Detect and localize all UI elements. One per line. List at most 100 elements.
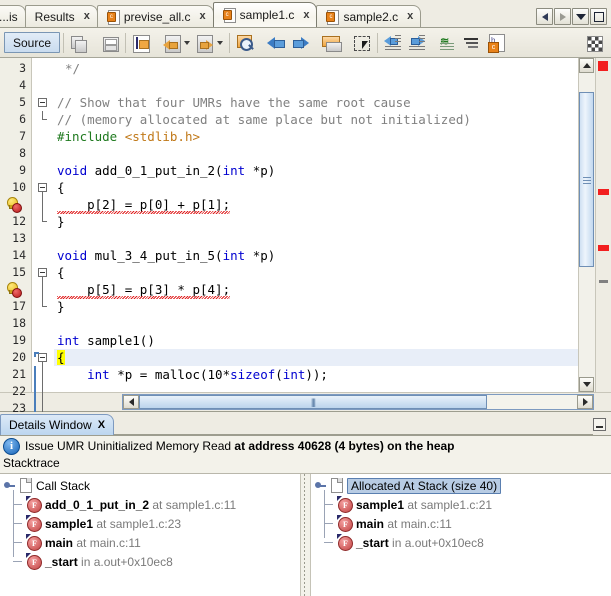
tab-list-dropdown-button[interactable] xyxy=(572,8,589,25)
left-arrow-icon[interactable] xyxy=(265,32,287,54)
allocated-at-stack-pane[interactable]: Allocated At Stack (size 40) Fsample1 at … xyxy=(311,474,611,596)
close-icon[interactable]: X xyxy=(98,419,105,431)
warning-icon[interactable] xyxy=(5,197,22,213)
error-marker[interactable] xyxy=(598,189,609,195)
collapse-icon[interactable] xyxy=(461,32,483,54)
stack-frame-row[interactable]: Fadd_0_1_put_in_2 at sample1.c:11 xyxy=(0,495,300,514)
issue-address: at address 40628 (4 bytes) on the heap xyxy=(234,439,455,453)
issue-overview-ruler[interactable] xyxy=(595,58,611,392)
scroll-right-button[interactable] xyxy=(577,395,593,409)
source-code-text[interactable]: */ // Show that four UMRs have the same … xyxy=(54,58,578,392)
code-line[interactable]: { xyxy=(54,264,578,281)
code-line[interactable] xyxy=(54,230,578,247)
fold-toggle-icon[interactable] xyxy=(38,353,47,362)
line-number: 3 xyxy=(19,61,26,75)
stack-frame-row[interactable]: Fsample1 at sample1.c:23 xyxy=(0,514,300,533)
stack-frame-row[interactable]: Fmain at main.c:11 xyxy=(311,514,611,533)
code-line[interactable]: int *p = malloc(10*sizeof(int)); xyxy=(54,366,578,383)
window-icon[interactable] xyxy=(320,32,343,54)
compile-c-icon[interactable]: h c xyxy=(485,32,507,54)
goto-source-icon[interactable] xyxy=(130,32,152,54)
scroll-down-button[interactable] xyxy=(579,377,594,392)
code-line[interactable]: p[2] = p[0] + p[1]; xyxy=(54,196,578,214)
code-folding-gutter[interactable] xyxy=(32,58,54,417)
code-line[interactable]: p[5] = p[3] * p[4]; xyxy=(54,281,578,299)
fold-toggle-icon[interactable] xyxy=(38,98,47,107)
marquee-select-icon[interactable] xyxy=(351,32,373,54)
error-marker[interactable] xyxy=(598,61,608,71)
scroll-thumb[interactable] xyxy=(579,92,594,267)
forward-arrow-icon[interactable] xyxy=(194,32,216,54)
code-line[interactable] xyxy=(54,383,578,392)
code-line[interactable]: void mul_3_4_put_in_5(int *p) xyxy=(54,247,578,264)
hscroll-track[interactable]: ||| xyxy=(122,394,594,410)
call-stack-pane[interactable]: Call Stack Fadd_0_1_put_in_2 at sample1.c… xyxy=(0,474,300,596)
code-line[interactable]: #include <stdlib.h> xyxy=(54,128,578,145)
tab-sample1-c[interactable]: c sample1.c x xyxy=(212,2,318,27)
stack-frame-row[interactable]: Fsample1 at sample1.c:21 xyxy=(311,495,611,514)
warning-marker[interactable] xyxy=(0,281,31,298)
code-line[interactable] xyxy=(54,315,578,332)
highlight-icon[interactable]: ≋ xyxy=(437,32,459,54)
error-marker[interactable] xyxy=(598,245,609,251)
fold-toggle-icon[interactable] xyxy=(38,268,47,277)
fold-toggle-icon[interactable] xyxy=(38,183,47,192)
chevron-down-icon[interactable] xyxy=(217,40,224,45)
tree-connector xyxy=(13,504,22,505)
save-icon[interactable] xyxy=(99,32,121,54)
close-icon[interactable]: x xyxy=(200,11,206,22)
detach-icon[interactable] xyxy=(583,32,605,54)
stack-frame-row[interactable]: Fmain at main.c:11 xyxy=(0,533,300,552)
stack-frame-row[interactable]: F _start in a.out+0x10ec8 xyxy=(311,533,611,552)
hscroll-thumb[interactable]: ||| xyxy=(139,395,487,409)
tab-sample2-c[interactable]: c sample2.c x xyxy=(316,5,422,27)
code-line[interactable]: } xyxy=(54,298,578,315)
scroll-up-button[interactable] xyxy=(579,58,594,73)
chevron-down-icon[interactable] xyxy=(184,40,191,45)
tab-details-window[interactable]: Details Window X xyxy=(0,414,115,435)
source-button[interactable]: Source xyxy=(4,32,61,53)
magnifier-icon[interactable] xyxy=(234,32,256,54)
code-line[interactable]: // (memory allocated at same place but n… xyxy=(54,111,578,128)
right-arrow-icon[interactable] xyxy=(289,32,311,54)
stack-frame-row[interactable]: F _start in a.out+0x10ec8 xyxy=(0,552,300,571)
code-line[interactable]: // Show that four UMRs have the same roo… xyxy=(54,94,578,111)
close-icon[interactable]: x xyxy=(84,11,90,22)
info-icon: i xyxy=(3,437,20,455)
code-line[interactable]: { xyxy=(54,349,578,366)
tab--is[interactable]: ...is xyxy=(0,5,26,27)
indent-icon[interactable] xyxy=(406,32,428,54)
editor-horizontal-scrollbar[interactable]: ||| xyxy=(0,392,611,411)
code-line[interactable] xyxy=(54,145,578,162)
pane-splitter[interactable] xyxy=(300,474,311,596)
scroll-left-button[interactable] xyxy=(123,395,139,409)
close-icon[interactable]: x xyxy=(407,11,413,22)
code-line[interactable]: { xyxy=(54,179,578,196)
tree-connector xyxy=(324,490,325,538)
tab-results[interactable]: Results x xyxy=(24,5,98,27)
warning-marker[interactable] xyxy=(0,196,31,213)
close-icon[interactable]: x xyxy=(303,9,309,21)
back-arrow-icon[interactable] xyxy=(161,32,183,54)
line-number: 15 xyxy=(12,265,26,279)
warning-icon[interactable] xyxy=(5,282,22,298)
code-line[interactable]: void add_0_1_put_in_2(int *p) xyxy=(54,162,578,179)
scroll-tabs-right-button[interactable] xyxy=(554,8,571,25)
line-number: 19 xyxy=(12,333,26,347)
current-position-marker[interactable] xyxy=(599,280,608,283)
code-line[interactable]: int sample1() xyxy=(54,332,578,349)
stack-root-row[interactable]: Allocated At Stack (size 40) xyxy=(311,476,611,495)
stack-root-row[interactable]: Call Stack xyxy=(0,476,300,495)
tab-previse-all-c[interactable]: c previse_all.c x xyxy=(96,5,214,27)
minimize-icon[interactable] xyxy=(593,418,606,431)
code-token: p[2] = p[0] + p[1]; xyxy=(57,197,231,214)
outdent-icon[interactable] xyxy=(382,32,404,54)
code-line[interactable] xyxy=(54,77,578,94)
editor-vertical-scrollbar[interactable] xyxy=(578,58,595,392)
code-line[interactable]: } xyxy=(54,213,578,230)
code-editor[interactable]: 3 4 5 6 7 8 9 10 12 13 14 15 17 18 19 20 21 22 23 */ // Sh… xyxy=(0,58,611,417)
code-line[interactable]: */ xyxy=(54,60,578,77)
copy-icon[interactable] xyxy=(68,32,90,54)
scroll-tabs-left-button[interactable] xyxy=(536,8,553,25)
maximize-button[interactable] xyxy=(590,8,607,25)
